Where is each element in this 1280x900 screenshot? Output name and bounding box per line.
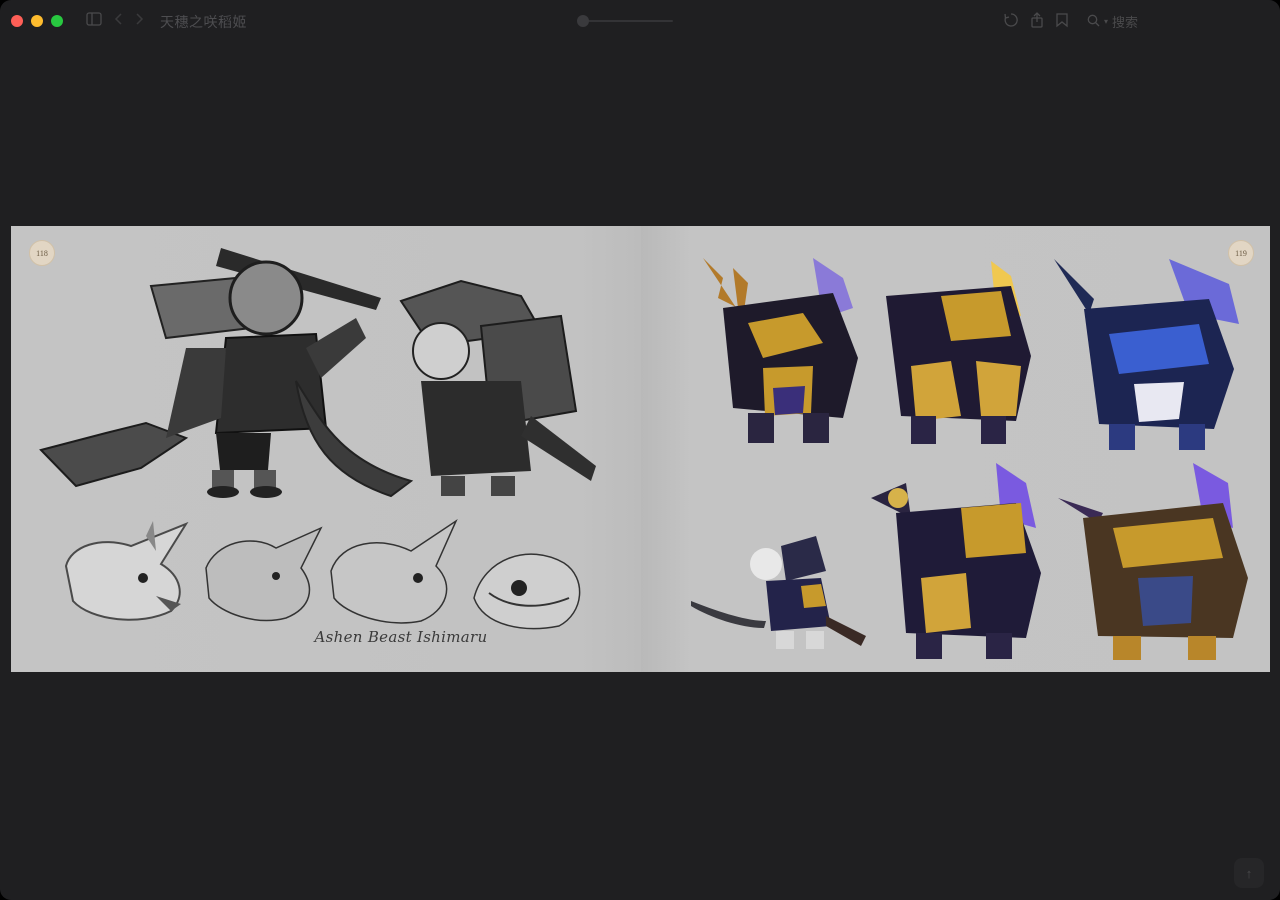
minimize-window-button[interactable] — [31, 15, 43, 27]
close-window-button[interactable] — [11, 15, 23, 27]
head-study-3 — [330, 518, 458, 624]
scroll-to-top-button[interactable]: ↑ — [1234, 858, 1264, 888]
color-design-small-warrior — [691, 536, 866, 649]
right-page: 119 — [641, 226, 1270, 672]
chevron-down-icon: ▾ — [1104, 17, 1109, 26]
color-design-purple-gold-beast — [871, 463, 1041, 659]
bookmark-icon[interactable] — [1054, 12, 1070, 31]
search-icon — [1087, 14, 1100, 30]
title-bar: 天穗之咲稻姬 ▾ 搜索 — [0, 0, 1280, 40]
book-spread: 118 Ashen Beast Ishimaru 119 — [11, 226, 1270, 672]
share-icon[interactable] — [1029, 12, 1045, 31]
head-study-2 — [205, 526, 323, 622]
sketch-warrior-back — [295, 279, 596, 498]
arrow-up-icon: ↑ — [1245, 865, 1253, 881]
zoom-slider-track — [583, 20, 673, 22]
rotate-icon[interactable] — [1003, 12, 1019, 31]
zoom-slider-knob[interactable] — [577, 15, 589, 27]
character-caption: Ashen Beast Ishimaru — [314, 628, 488, 646]
fullscreen-window-button[interactable] — [51, 15, 63, 27]
search-field[interactable]: ▾ 搜索 — [1087, 12, 1138, 31]
head-study-4 — [473, 553, 581, 630]
search-label: 搜索 — [1112, 15, 1139, 30]
chevron-left-icon[interactable] — [114, 12, 124, 29]
color-design-blue-beast — [1054, 259, 1239, 450]
sidebar-icon[interactable] — [86, 12, 102, 29]
color-design-bronze-beast — [1058, 463, 1248, 660]
color-design-gold-beast — [703, 258, 858, 443]
document-title: 天穗之咲稻姬 — [160, 14, 247, 30]
color-design-armored-beast — [886, 261, 1031, 444]
chevron-right-icon[interactable] — [134, 12, 144, 29]
zoom-slider[interactable] — [577, 15, 673, 27]
window-controls — [11, 15, 63, 27]
head-study-1 — [64, 521, 189, 621]
left-page: 118 Ashen Beast Ishimaru — [11, 226, 641, 672]
reader-window: 天穗之咲稻姬 ▾ 搜索 118 Ashen Beast Ishimaru 119… — [0, 0, 1280, 900]
